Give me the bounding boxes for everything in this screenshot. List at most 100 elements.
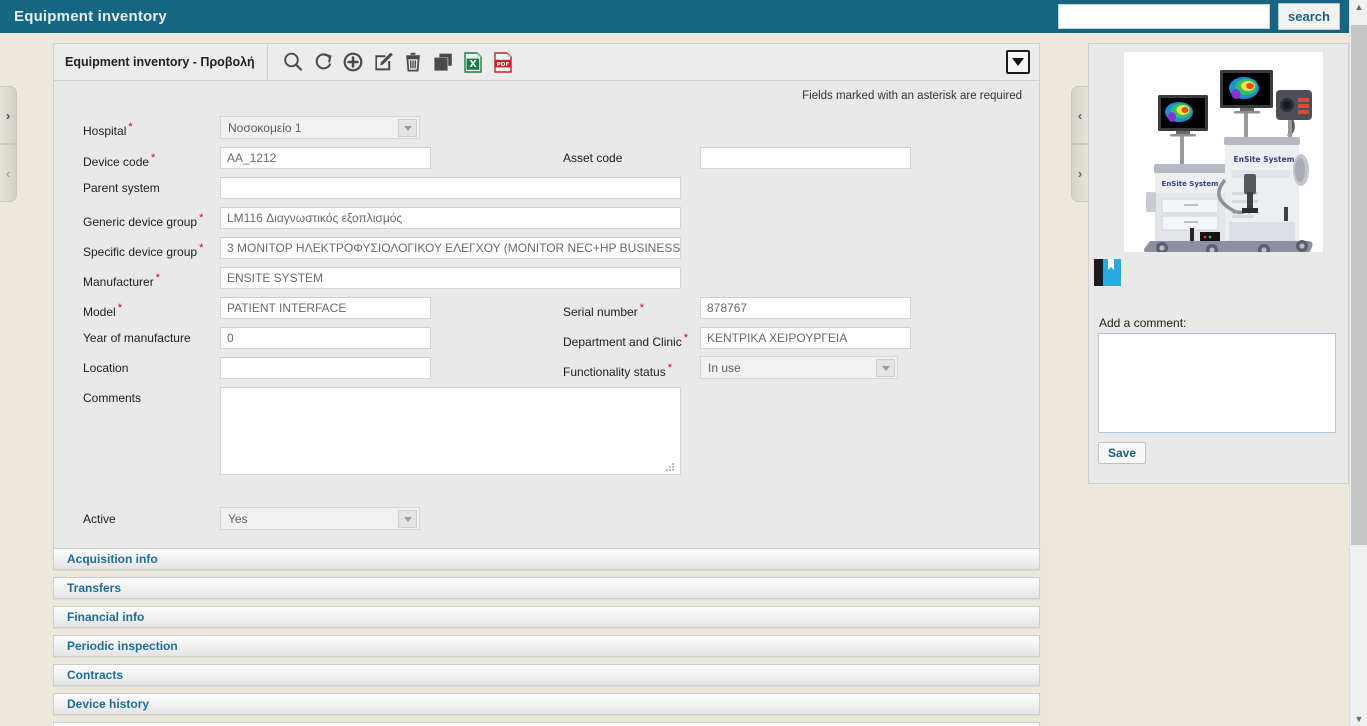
chevron-down-icon[interactable]: [876, 359, 895, 377]
device-code-label: Device code *: [83, 152, 156, 169]
add-comment-label: Add a comment:: [1099, 316, 1187, 330]
parent-system-label: Parent system: [83, 181, 160, 195]
parent-system-input[interactable]: [220, 177, 681, 199]
svg-text:EnSite System: EnSite System: [1234, 155, 1295, 164]
asset-code-input[interactable]: [700, 147, 911, 169]
required-asterisk: *: [639, 302, 644, 314]
media-and-comments-panel: EnSite System EnSite System Add a commen…: [1088, 43, 1349, 484]
toolbar-title: Equipment inventory - Προβολή: [54, 43, 268, 81]
required-asterisk: *: [155, 272, 160, 284]
required-asterisk: *: [199, 212, 204, 224]
required-asterisk: *: [117, 302, 122, 314]
page-scrollbar[interactable]: ▲ ▼: [1349, 0, 1367, 726]
search-button[interactable]: search: [1278, 3, 1340, 30]
copy-icon[interactable]: [430, 49, 456, 75]
header-search-group: search: [1058, 3, 1340, 30]
add-icon[interactable]: [340, 49, 366, 75]
accordion-label: Transfers: [67, 581, 122, 595]
specific-device-group-label: Specific device group *: [83, 242, 204, 259]
form-row-comments: Comments: [68, 385, 1025, 495]
serial-number-input[interactable]: 878767: [700, 297, 911, 319]
manufacturer-label: Manufacturer *: [83, 272, 160, 289]
chevron-down-icon[interactable]: [398, 119, 417, 137]
svg-text:X: X: [469, 59, 477, 70]
form-row-model: Model * PATIENT INTERFACE Serial number * …: [68, 295, 1025, 325]
chevron-right-icon: ›: [5, 107, 11, 123]
hospital-label: Hospital *: [83, 121, 133, 138]
search-icon[interactable]: [280, 49, 306, 75]
accordion-label: Device history: [67, 697, 150, 711]
record-toolbar: Equipment inventory - Προβολή X PDF: [54, 43, 1039, 81]
model-input[interactable]: PATIENT INTERFACE: [220, 297, 431, 319]
manufacturer-input[interactable]: ENSITE SYSTEM: [220, 267, 681, 289]
form-row-device-code: Device code * AA_1212 Asset code: [68, 145, 1025, 175]
accordion-item-periodic-inspection[interactable]: Periodic inspection: [53, 635, 1040, 657]
accordion-item-acquisition-info[interactable]: Acquisition info: [53, 548, 1040, 570]
save-comment-button[interactable]: Save: [1098, 442, 1146, 464]
comment-textarea[interactable]: [1098, 333, 1336, 433]
chevron-left-icon: ‹: [5, 165, 11, 181]
required-asterisk: *: [151, 152, 156, 164]
form-row-generic-device-group: Generic device group * LM116 Διαγνωστικός…: [68, 205, 1025, 235]
form-row-hospital: Hospital * Νοσοκομείο 1: [68, 115, 1025, 145]
serial-number-label: Serial number *: [563, 302, 644, 319]
scroll-up-arrow[interactable]: ▲: [1350, 2, 1367, 12]
hospital-select[interactable]: Νοσοκομείο 1: [220, 116, 420, 139]
device-photo[interactable]: EnSite System EnSite System: [1124, 52, 1323, 252]
edit-icon[interactable]: [370, 49, 396, 75]
right-panel-expand-handle[interactable]: ›: [1071, 144, 1088, 202]
specific-device-group-input[interactable]: 3 ΜΟΝΙΤΟΡ ΗΛΕΚΤΡΟΦΥΣΙΟΛΟΓΙΚΟΥ ΕΛΕΓΧΟΥ (M…: [220, 237, 681, 259]
toolbar-icon-group: X PDF: [280, 49, 516, 75]
document-icon[interactable]: [1094, 259, 1121, 286]
required-asterisk: *: [683, 332, 689, 344]
accordion-item-contracts[interactable]: Contracts: [53, 664, 1040, 686]
equipment-form: Fields marked with an asterisk are requi…: [54, 81, 1039, 554]
accordion-label: Contracts: [67, 668, 124, 682]
accordion-label: Financial info: [67, 610, 145, 624]
asset-code-label: Asset code: [563, 151, 623, 165]
toolbar-dropdown-button[interactable]: [1006, 50, 1030, 74]
accordion-label: Periodic inspection: [67, 639, 178, 653]
comments-textarea[interactable]: [220, 387, 681, 475]
year-of-manufacture-input[interactable]: 0: [220, 327, 431, 349]
right-panel-handles: ‹ ›: [1071, 86, 1088, 202]
form-row-location: Location Functionality status * In use: [68, 355, 1025, 385]
accordion-item-device-history[interactable]: Device history: [53, 693, 1040, 715]
app-title: Equipment inventory: [14, 8, 167, 25]
active-select[interactable]: Yes: [220, 507, 420, 530]
department-and-clinic-label: Department and Clinic *: [563, 332, 689, 349]
search-input[interactable]: [1058, 4, 1270, 29]
left-panel-collapse-handle[interactable]: ‹: [0, 144, 17, 202]
excel-export-icon[interactable]: X: [460, 49, 486, 75]
chevron-down-icon: [1012, 58, 1024, 66]
active-label: Active: [83, 512, 116, 526]
form-row-parent-system: Parent system: [68, 175, 1025, 205]
form-row-year-of-manufacture: Year of manufacture 0 Department and Cli…: [68, 325, 1025, 355]
chevron-right-icon: ›: [1077, 165, 1083, 181]
scrollbar-thumb[interactable]: [1351, 25, 1367, 545]
generic-device-group-input[interactable]: LM116 Διαγνωστικός εξοπλισμός: [220, 207, 681, 229]
page-body: › ‹ Equipment inventory - Προβολή X PDF …: [0, 33, 1349, 726]
accordion-item-financial-info[interactable]: Financial info: [53, 606, 1040, 628]
svg-text:PDF: PDF: [496, 62, 509, 68]
functionality-status-select[interactable]: In use: [700, 356, 898, 379]
location-input[interactable]: [220, 357, 431, 379]
delete-icon[interactable]: [400, 49, 426, 75]
required-asterisk: *: [199, 242, 204, 254]
chevron-down-icon[interactable]: [398, 510, 417, 528]
accordion-label: Acquisition info: [67, 552, 158, 566]
equipment-detail-card: Equipment inventory - Προβολή X PDF Fiel…: [53, 43, 1040, 555]
device-code-input[interactable]: AA_1212: [220, 147, 431, 169]
model-label: Model *: [83, 302, 122, 319]
right-panel-collapse-handle[interactable]: ‹: [1071, 86, 1088, 144]
pdf-export-icon[interactable]: PDF: [490, 49, 516, 75]
comments-label: Comments: [83, 391, 142, 405]
accordion-item-next[interactable]: [53, 722, 1040, 726]
left-panel-expand-handle[interactable]: ›: [0, 86, 17, 144]
refresh-icon[interactable]: [310, 49, 336, 75]
department-and-clinic-input[interactable]: ΚΕΝΤΡΙΚΑ ΧΕΙΡΟΥΡΓΕΙΑ: [700, 327, 911, 349]
accordion-item-transfers[interactable]: Transfers: [53, 577, 1040, 599]
svg-text:EnSite System: EnSite System: [1162, 180, 1219, 188]
scroll-down-arrow[interactable]: ▼: [1350, 714, 1367, 724]
form-row-specific-device-group: Specific device group * 3 ΜΟΝΙΤΟΡ ΗΛΕΚΤΡΟ…: [68, 235, 1025, 265]
